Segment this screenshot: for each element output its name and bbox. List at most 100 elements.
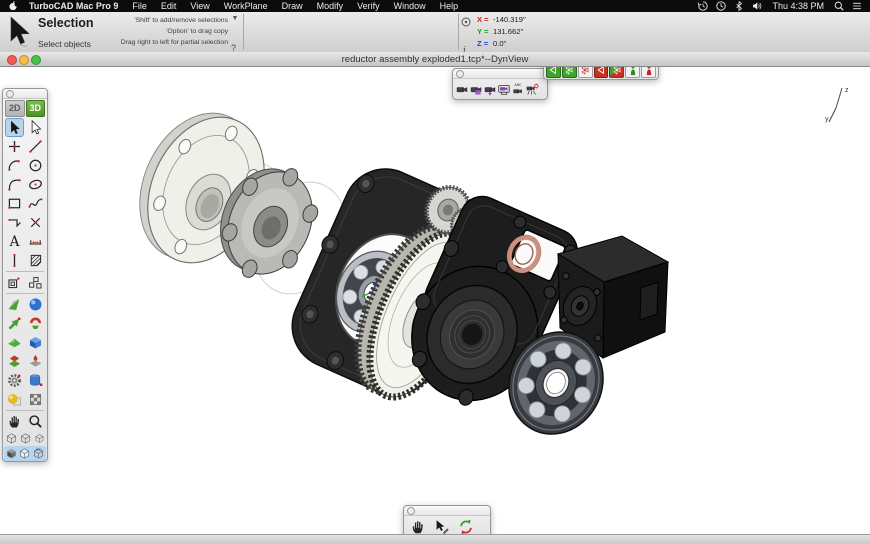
palette-header[interactable] — [453, 69, 547, 79]
menu-verify[interactable]: Verify — [350, 1, 387, 11]
gear-tool-icon[interactable] — [5, 371, 24, 390]
menu-modify[interactable]: Modify — [310, 1, 351, 11]
mode-3d-button[interactable]: 3D — [26, 100, 46, 117]
menu-bar: TurboCAD Mac Pro 9FileEditViewWorkPlaneD… — [0, 0, 870, 12]
tool-row — [3, 175, 47, 194]
tool-hint-line: 'Option' to drag copy — [108, 26, 228, 37]
wire-cube-iso-icon[interactable] — [5, 431, 18, 446]
texture-tool-icon[interactable] — [26, 390, 45, 409]
revolve-tool-icon[interactable] — [26, 314, 45, 333]
cylinder-tool-icon[interactable] — [26, 371, 45, 390]
tool-row — [3, 213, 47, 232]
camera-tools-row: ABC — [453, 79, 547, 99]
ucs-z-label: z — [845, 87, 849, 94]
polyline-tool-icon[interactable] — [5, 213, 24, 232]
tool-row — [3, 194, 47, 213]
tool-row — [3, 314, 47, 333]
spline-tool-icon[interactable] — [26, 194, 45, 213]
drawing-tools-palette: 2D3D A ABC — [2, 88, 48, 462]
menu-draw[interactable]: Draw — [275, 1, 310, 11]
shaded-cube-icon[interactable] — [5, 446, 18, 461]
close-palette-button[interactable] — [6, 90, 14, 98]
camera-insert-icon[interactable] — [483, 80, 497, 98]
menu-edit[interactable]: Edit — [154, 1, 184, 11]
open-arrow-tool-icon[interactable] — [26, 118, 45, 137]
annotated-cube-icon[interactable]: ABC — [32, 446, 45, 461]
curve-tool-icon[interactable] — [5, 175, 24, 194]
camera-icon[interactable] — [455, 80, 469, 98]
tool-row — [3, 156, 47, 175]
coord-y-label: Y = — [477, 26, 493, 38]
zoom-tool-icon[interactable] — [26, 412, 45, 431]
mode-2d-button[interactable]: 2D — [5, 100, 25, 117]
scene-canvas[interactable] — [0, 66, 870, 535]
tracking-icon[interactable] — [461, 17, 471, 27]
select-arrow-tool-icon[interactable] — [5, 118, 24, 137]
time-machine-icon[interactable] — [697, 0, 709, 12]
circle-tool-icon[interactable] — [26, 156, 45, 175]
tool-row — [3, 371, 47, 390]
close-palette-button[interactable] — [407, 507, 415, 515]
ellipse-tool-icon[interactable] — [26, 175, 45, 194]
segment-tool-icon[interactable] — [5, 251, 24, 270]
flyout-arrow-icon[interactable]: ▼ — [229, 15, 241, 22]
divider — [243, 14, 244, 50]
menu-file[interactable]: File — [125, 1, 154, 11]
point-tool-icon[interactable] — [5, 137, 24, 156]
apple-menu-icon[interactable] — [7, 0, 19, 12]
dimension-tool-icon[interactable] — [26, 232, 45, 251]
coord-z-label: Z = — [477, 38, 493, 50]
tool-row — [3, 251, 47, 270]
wire-cube-3-icon[interactable] — [33, 431, 46, 446]
camera-save-view-icon[interactable] — [469, 80, 483, 98]
render-sphere-tool-icon[interactable] — [5, 390, 24, 409]
box-tool-icon[interactable] — [26, 333, 45, 352]
clock-icon[interactable] — [715, 0, 727, 12]
group-tool-icon[interactable] — [26, 273, 45, 292]
camera-tripod-icon[interactable] — [525, 80, 539, 98]
wire-cube-2-icon[interactable] — [19, 431, 32, 446]
arc-tool-icon[interactable] — [5, 156, 24, 175]
divider — [6, 271, 44, 272]
tool-info-bar: Selection Select objects 'Shift' to add/… — [0, 12, 870, 53]
tool-row — [3, 390, 47, 409]
rectangle-tool-icon[interactable] — [5, 194, 24, 213]
close-palette-button[interactable] — [456, 70, 464, 78]
menu-help[interactable]: Help — [433, 1, 466, 11]
text-tool-icon[interactable]: A — [5, 232, 24, 251]
turbocad-app: { "menu_bar": { "items": ["TurboCAD Mac … — [0, 0, 870, 544]
menu-view[interactable]: View — [183, 1, 216, 11]
boolean-subtract-tool-icon[interactable] — [26, 352, 45, 371]
menu-items: TurboCAD Mac Pro 9FileEditViewWorkPlaneD… — [22, 0, 465, 12]
window-title-bar[interactable]: reductor assembly exploded1.tcp*--DynVie… — [0, 52, 870, 67]
extrude-tool-icon[interactable] — [5, 314, 24, 333]
palette-header[interactable] — [3, 89, 47, 99]
menu-turbocad-mac-pro-9[interactable]: TurboCAD Mac Pro 9 — [22, 1, 125, 11]
notification-center-icon[interactable] — [851, 0, 863, 12]
line-tool-icon[interactable] — [26, 137, 45, 156]
sphere-tool-icon[interactable] — [26, 295, 45, 314]
hatch-tool-icon[interactable] — [26, 251, 45, 270]
pan-hand-tool-icon[interactable] — [5, 412, 24, 431]
coord-z-value: 0.0" — [493, 39, 506, 48]
camera-screen-icon[interactable] — [497, 80, 511, 98]
volume-icon[interactable] — [751, 0, 763, 12]
ucs-y-label: y — [825, 116, 829, 123]
tool-flyout-column: ▼ ? — [229, 15, 241, 22]
insert-block-tool-icon[interactable] — [5, 273, 24, 292]
bluetooth-icon[interactable] — [733, 0, 745, 12]
cross-tool-icon[interactable] — [26, 213, 45, 232]
ghost-cube-icon[interactable] — [18, 446, 31, 461]
view-mode-row: ABC — [4, 446, 46, 461]
menu-workplane[interactable]: WorkPlane — [217, 1, 275, 11]
view-mode-row — [3, 431, 47, 446]
spotlight-icon[interactable] — [833, 0, 845, 12]
menu-window[interactable]: Window — [387, 1, 433, 11]
boolean-add-tool-icon[interactable] — [5, 352, 24, 371]
tool-row: A — [3, 232, 47, 251]
cone-tool-icon[interactable] — [5, 295, 24, 314]
palette-header[interactable] — [404, 506, 490, 516]
menu-clock[interactable]: Thu 4:38 PM — [766, 1, 830, 11]
prism-tool-icon[interactable] — [5, 333, 24, 352]
camera-text-icon[interactable]: ABC — [511, 80, 525, 98]
